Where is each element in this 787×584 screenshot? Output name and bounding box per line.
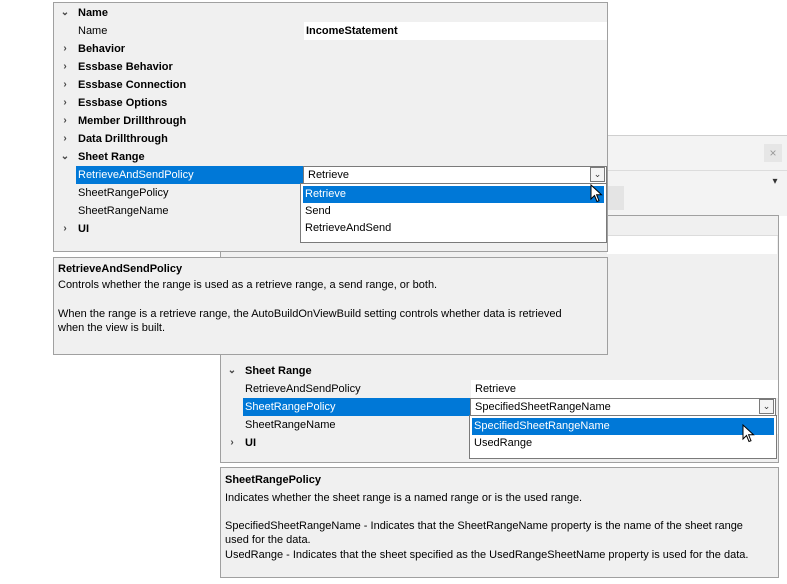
category-member-drillthrough[interactable]: › Member Drillthrough — [54, 112, 607, 130]
dropdown-button[interactable]: ⌄ — [759, 399, 774, 414]
chevron-right-icon[interactable]: › — [58, 220, 72, 238]
property-label: RetrieveAndSendPolicy — [245, 383, 361, 395]
help-detail-line: used for the data. — [225, 534, 311, 546]
background-window: × ▾ — [605, 135, 787, 216]
property-value-editor[interactable]: Retrieve — [303, 166, 607, 184]
category-label: Behavior — [78, 43, 126, 55]
chevron-down-icon[interactable]: ⌄ — [58, 148, 72, 166]
dropdown-option-used-range[interactable]: UsedRange — [472, 435, 774, 452]
category-essbase-behavior[interactable]: › Essbase Behavior — [54, 58, 607, 76]
dropdown-option-specified-sheet-range-name[interactable]: SpecifiedSheetRangeName — [472, 418, 774, 435]
chevron-right-icon[interactable]: › — [58, 76, 72, 94]
help-detail-line: When the range is a retrieve range, the … — [58, 308, 562, 320]
help-title: RetrieveAndSendPolicy — [58, 263, 183, 275]
background-toolbar — [606, 170, 787, 171]
property-label: Name — [78, 25, 108, 37]
property-row-retrieve-and-send-policy[interactable]: RetrieveAndSendPolicy Retrieve — [221, 380, 778, 398]
property-label: SheetRangeName — [245, 419, 336, 431]
chevron-right-icon[interactable]: › — [58, 94, 72, 112]
property-row-name[interactable]: Name IncomeStatement — [54, 22, 607, 40]
mouse-cursor-icon — [590, 184, 603, 203]
help-detail-line: SpecifiedSheetRangeName - Indicates that… — [225, 520, 743, 532]
category-label: Essbase Behavior — [78, 61, 173, 73]
chevron-right-icon[interactable]: › — [58, 40, 72, 58]
top-help-panel: RetrieveAndSendPolicy Controls whether t… — [53, 257, 608, 355]
category-label: Sheet Range — [78, 151, 145, 163]
category-label: Data Drillthrough — [78, 133, 168, 145]
dropdown-menu-icon[interactable]: ▾ — [769, 176, 781, 188]
category-label: Name — [78, 7, 108, 19]
chevron-down-icon[interactable]: ⌄ — [225, 362, 239, 380]
chevron-right-icon[interactable]: › — [58, 58, 72, 76]
chevron-right-icon[interactable]: › — [58, 130, 72, 148]
property-label: SheetRangeName — [78, 205, 169, 217]
dropdown-option-send[interactable]: Send — [303, 203, 604, 220]
property-row-retrieve-and-send-policy[interactable]: RetrieveAndSendPolicy Retrieve ⌄ — [54, 166, 607, 184]
category-label: UI — [78, 223, 89, 235]
sheet-range-policy-dropdown-list: SpecifiedSheetRangeName UsedRange — [469, 415, 777, 459]
background-toolbar-button[interactable] — [606, 186, 624, 210]
property-value[interactable]: IncomeStatement — [304, 22, 607, 40]
mouse-cursor-icon — [742, 424, 755, 443]
property-label: SheetRangePolicy — [78, 187, 169, 199]
dropdown-button[interactable]: ⌄ — [590, 167, 605, 182]
chevron-down-icon[interactable]: ⌄ — [58, 4, 72, 22]
category-label: Essbase Connection — [78, 79, 187, 91]
dropdown-option-retrieve[interactable]: Retrieve — [303, 186, 604, 203]
category-label: UI — [245, 437, 256, 449]
category-essbase-connection[interactable]: › Essbase Connection — [54, 76, 607, 94]
category-essbase-options[interactable]: › Essbase Options — [54, 94, 607, 112]
chevron-right-icon[interactable]: › — [225, 434, 239, 452]
help-title: SheetRangePolicy — [225, 474, 321, 486]
category-label: Essbase Options — [78, 97, 168, 109]
help-detail-line: UsedRange - Indicates that the sheet spe… — [225, 549, 749, 561]
category-behavior[interactable]: › Behavior — [54, 40, 607, 58]
category-data-drillthrough[interactable]: › Data Drillthrough — [54, 130, 607, 148]
property-row-sheet-range-policy[interactable]: SheetRangePolicy SpecifiedSheetRangeName… — [221, 398, 778, 416]
property-label: SheetRangePolicy — [243, 398, 471, 416]
dropdown-option-retrieve-and-send[interactable]: RetrieveAndSend — [303, 220, 604, 237]
help-detail-line: when the view is built. — [58, 322, 165, 334]
category-name[interactable]: ⌄ Name — [54, 4, 607, 22]
close-icon[interactable]: × — [764, 144, 782, 162]
help-description: Indicates whether the sheet range is a n… — [225, 492, 583, 504]
category-label: Member Drillthrough — [78, 115, 187, 127]
bottom-help-panel: SheetRangePolicy Indicates whether the s… — [220, 467, 779, 578]
chevron-right-icon[interactable]: › — [58, 112, 72, 130]
category-sheet-range[interactable]: ⌄ Sheet Range — [221, 362, 778, 380]
grid-value-strip — [607, 236, 777, 254]
retrieve-and-send-policy-dropdown-list: Retrieve Send RetrieveAndSend — [300, 183, 607, 243]
help-description: Controls whether the range is used as a … — [58, 279, 438, 291]
property-value[interactable]: Retrieve — [471, 380, 778, 398]
property-label: RetrieveAndSendPolicy — [76, 166, 304, 184]
category-label: Sheet Range — [245, 365, 312, 377]
property-value-editor[interactable]: SpecifiedSheetRangeName — [470, 398, 776, 416]
category-sheet-range[interactable]: ⌄ Sheet Range — [54, 148, 607, 166]
